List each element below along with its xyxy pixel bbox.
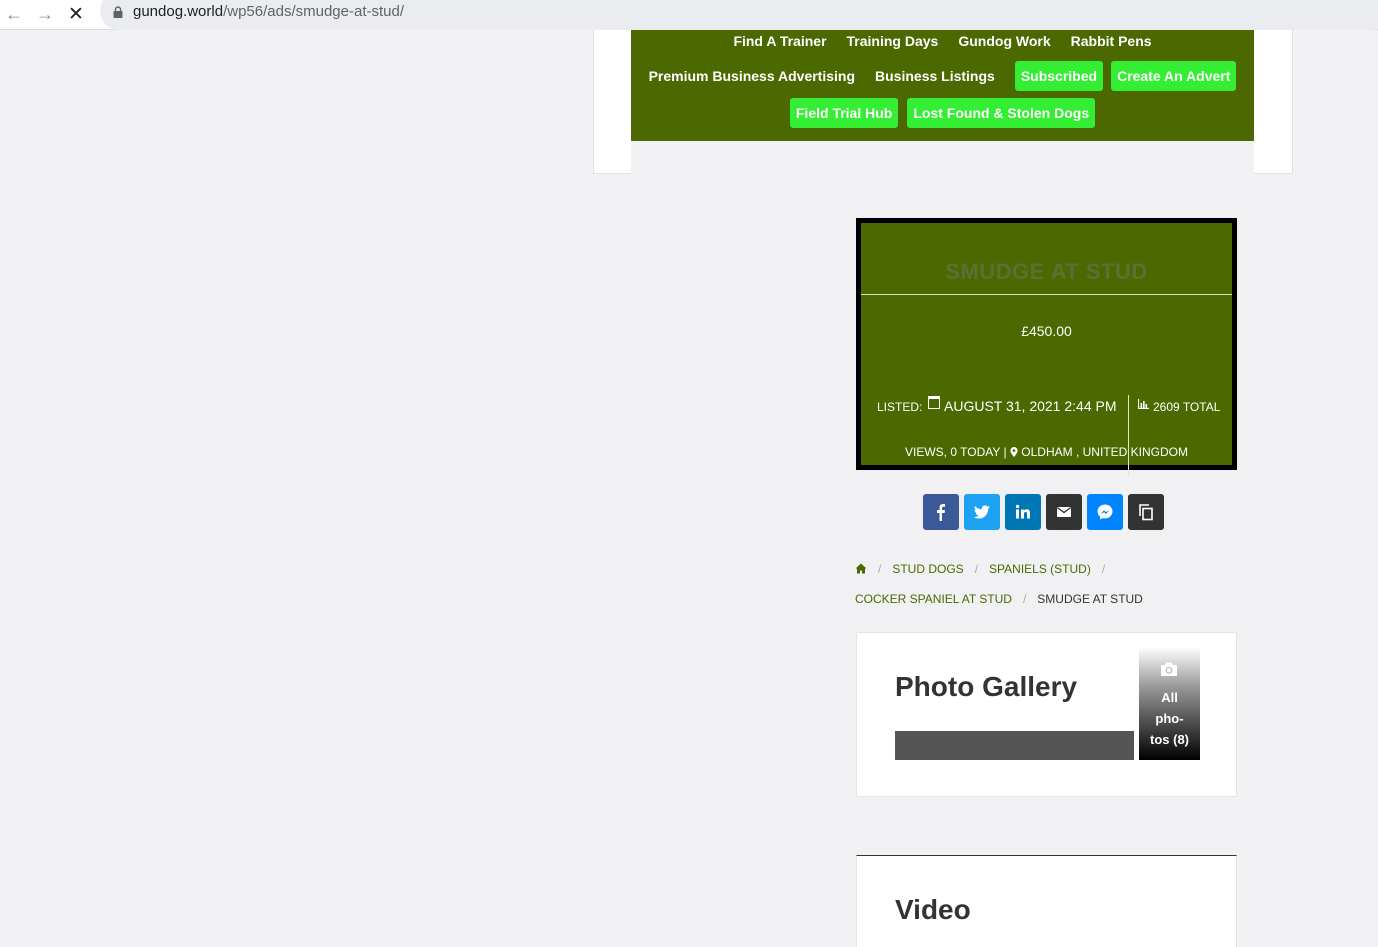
- nav-create-an-advert-button[interactable]: Create An Advert: [1111, 61, 1237, 91]
- nav-training-days[interactable]: Training Days: [847, 33, 939, 49]
- facebook-share-button[interactable]: [923, 494, 959, 530]
- messenger-share-button[interactable]: [1087, 494, 1123, 530]
- all-photos-label-1: All: [1161, 690, 1178, 705]
- copy-link-button[interactable]: [1128, 494, 1164, 530]
- copy-icon: [1139, 504, 1153, 521]
- twitter-share-button[interactable]: [964, 494, 1000, 530]
- breadcrumb-spaniels-stud[interactable]: SPANIELS (STUD): [989, 562, 1091, 576]
- url-host: gundog.world: [133, 3, 224, 20]
- nav-premium-business-advertising[interactable]: Premium Business Advertising: [649, 68, 855, 84]
- home-icon: [855, 563, 867, 574]
- nav-subscribed-button[interactable]: Subscribed: [1014, 61, 1104, 91]
- breadcrumb-home[interactable]: [855, 562, 867, 576]
- calendar-icon: [928, 396, 940, 409]
- nav-row-2: Premium Business Advertising Business Li…: [631, 60, 1254, 92]
- breadcrumb-stud-dogs[interactable]: STUD DOGS: [892, 562, 963, 576]
- bar-chart-icon: [1138, 399, 1149, 409]
- breadcrumb-cocker-spaniel-at-stud[interactable]: COCKER SPANIEL AT STUD: [855, 592, 1012, 606]
- all-photos-label-3: tos (8): [1150, 732, 1189, 747]
- url-text[interactable]: gundog.world/wp56/ads/smudge-at-stud/: [133, 3, 404, 20]
- map-pin-icon: [1010, 447, 1018, 457]
- browser-toolbar: ← → ✕ gundog.world/wp56/ads/smudge-at-st…: [0, 0, 1378, 30]
- ad-title: SMUDGE AT STUD: [945, 259, 1148, 284]
- email-share-button[interactable]: [1046, 494, 1082, 530]
- linkedin-share-button[interactable]: [1005, 494, 1041, 530]
- nav-row-3: Field Trial Hub Lost Found & Stolen Dogs: [631, 98, 1254, 128]
- nav-find-a-trainer[interactable]: Find A Trainer: [733, 33, 826, 49]
- nav-gundog-work[interactable]: Gundog Work: [958, 33, 1050, 49]
- ad-price: £450.00: [1021, 323, 1072, 339]
- lock-icon: [113, 6, 123, 18]
- share-buttons: [923, 494, 1164, 530]
- views-today: VIEWS, 0 TODAY |: [905, 445, 1007, 459]
- all-photos-label-2: pho-: [1155, 711, 1184, 726]
- linkedin-icon: [1015, 504, 1030, 519]
- photo-gallery-title: Photo Gallery: [895, 671, 1078, 702]
- forward-arrow-icon[interactable]: →: [34, 3, 56, 25]
- url-path: /wp56/ads/smudge-at-stud/: [223, 3, 405, 20]
- listed-date: AUGUST 31, 2021 2:44 PM: [944, 398, 1117, 414]
- breadcrumb-current: SMUDGE AT STUD: [1037, 592, 1143, 606]
- nav-business-listings[interactable]: Business Listings: [875, 68, 995, 84]
- breadcrumb-separator: /: [1022, 592, 1027, 606]
- video-title: Video: [895, 894, 971, 925]
- nav-lost-found-stolen-dogs-button[interactable]: Lost Found & Stolen Dogs: [907, 98, 1096, 128]
- all-photos-button[interactable]: All pho- tos (8): [1139, 647, 1200, 760]
- back-arrow-icon[interactable]: ←: [3, 3, 25, 25]
- ad-location: OLDHAM , UNITED KINGDOM: [1021, 445, 1188, 459]
- content-column: [631, 30, 1254, 947]
- breadcrumb-separator: /: [878, 562, 882, 576]
- views-location-line: VIEWS, 0 TODAY | OLDHAM , UNITED KINGDOM: [861, 445, 1232, 459]
- breadcrumb-separator: /: [1101, 562, 1106, 576]
- facebook-icon: [937, 504, 945, 521]
- nav-field-trial-hub-button[interactable]: Field Trial Hub: [789, 98, 899, 128]
- gallery-image-placeholder[interactable]: [895, 731, 1134, 760]
- nav-rabbit-pens[interactable]: Rabbit Pens: [1071, 33, 1152, 49]
- breadcrumb: / STUD DOGS / SPANIELS (STUD) / COCKER SPANIE…: [855, 554, 1155, 614]
- ad-header-card: SMUDGE AT STUD £450.00 LISTED: AUGUST 31…: [856, 218, 1237, 475]
- envelope-icon: [1057, 507, 1071, 517]
- nav-row-1: Find A Trainer Training Days Gundog Work…: [631, 30, 1254, 52]
- meta-separator: [1128, 395, 1129, 475]
- views-total: 2609 TOTAL: [1153, 400, 1221, 414]
- photo-gallery-card: Photo Gallery All pho- tos (8): [856, 632, 1237, 797]
- messenger-icon: [1097, 504, 1113, 520]
- camera-icon: [1161, 662, 1177, 676]
- video-card: Video: [856, 855, 1237, 947]
- breadcrumb-separator: /: [974, 562, 979, 576]
- main-navigation: Find A Trainer Training Days Gundog Work…: [631, 30, 1254, 141]
- listed-label: LISTED:: [877, 400, 923, 414]
- ad-divider: [861, 294, 1232, 295]
- twitter-icon: [973, 505, 990, 519]
- stop-loading-icon[interactable]: ✕: [65, 3, 87, 25]
